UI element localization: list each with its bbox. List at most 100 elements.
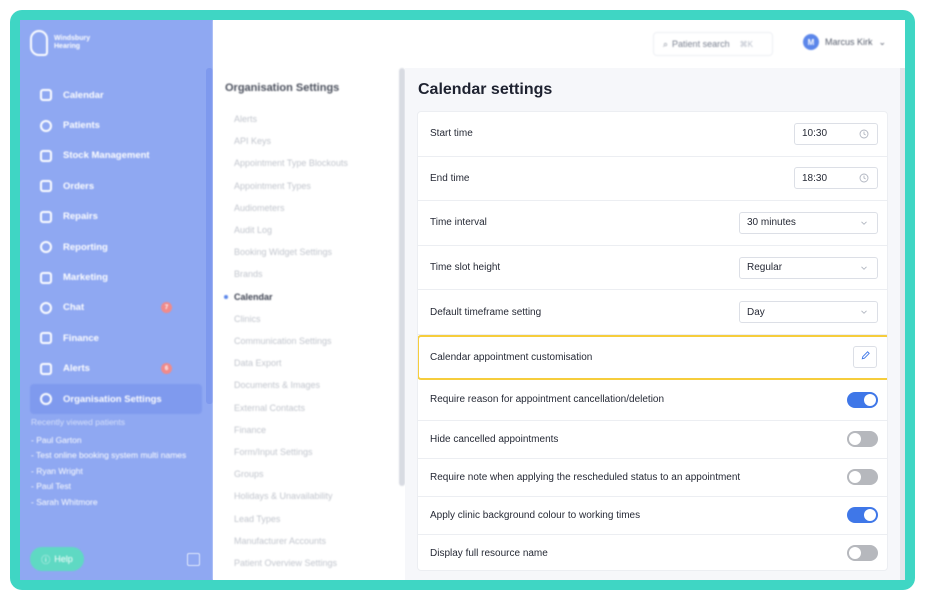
clock-icon	[859, 173, 869, 183]
brand-logo[interactable]: Windsbury Hearing	[30, 30, 90, 56]
submenu-item-clinics[interactable]: Clinics	[234, 308, 348, 330]
chat-icon	[40, 301, 52, 314]
submenu-item-audiometers[interactable]: Audiometers	[234, 197, 348, 219]
recent-patient-link[interactable]: - Ryan Wright	[31, 464, 196, 480]
submenu-item-audit-log[interactable]: Audit Log	[234, 219, 348, 241]
sidebar-item-label: Organisation Settings	[63, 393, 162, 405]
sidebar-item-label: Stock Management	[63, 150, 150, 162]
setting-row-hide-cancelled-appointments: Hide cancelled appointments	[418, 421, 887, 459]
submenu-item-calendar[interactable]: Calendar	[224, 286, 348, 308]
hide-cancelled-appointments-toggle[interactable]	[847, 431, 878, 448]
submenu-item-holidays-unavailability[interactable]: Holidays & Unavailability	[234, 485, 348, 507]
chevron-down-icon	[859, 218, 869, 228]
patients-icon	[40, 119, 52, 132]
control-value: 30 minutes	[747, 217, 796, 229]
submenu-item-brands[interactable]: Brands	[234, 263, 348, 285]
user-menu[interactable]: M Marcus Kirk ⌄	[803, 34, 886, 50]
setting-row-start-time: Start time 10:30	[418, 112, 887, 157]
submenu-item-appointment-type-blockouts[interactable]: Appointment Type Blockouts	[234, 152, 348, 174]
sidebar-item-reporting[interactable]: Reporting	[30, 232, 202, 262]
avatar: M	[803, 34, 819, 50]
bell-icon	[40, 362, 52, 375]
top-bar: ⌕ Patient search ⌘K M Marcus Kirk ⌄	[213, 20, 905, 68]
display-full-resource-name-toggle[interactable]	[847, 545, 878, 562]
sidebar-item-organisation-settings[interactable]: Organisation Settings	[30, 383, 202, 415]
sidebar-item-label: Calendar	[63, 89, 104, 101]
sidebar-item-label: Alerts	[63, 363, 90, 375]
submenu-item-form-input-settings[interactable]: Form/Input Settings	[234, 441, 348, 463]
setting-row-display-full-resource-name: Display full resource name	[418, 535, 887, 570]
submenu-item-lead-types[interactable]: Lead Types	[234, 508, 348, 530]
submenu-item-groups[interactable]: Groups	[234, 463, 348, 485]
sidebar-item-orders[interactable]: Orders	[30, 171, 202, 201]
edit-customisation-button[interactable]	[853, 346, 877, 369]
submenu-item-patient-overview-settings[interactable]: Patient Overview Settings	[234, 552, 348, 574]
search-shortcut: ⌘K	[739, 39, 753, 49]
default-timeframe-setting-select[interactable]: Day	[739, 301, 878, 324]
submenu-title: Organisation Settings	[225, 82, 340, 94]
ear-icon	[30, 30, 48, 56]
user-name: Marcus Kirk	[825, 37, 873, 47]
brand-name-line2: Hearing	[54, 43, 81, 50]
reporting-icon	[40, 241, 52, 254]
submenu-item-documents-images[interactable]: Documents & Images	[234, 374, 348, 396]
sidebar-item-label: Orders	[63, 180, 95, 192]
sidebar-item-patients[interactable]: Patients	[30, 110, 202, 140]
submenu-item-external-contacts[interactable]: External Contacts	[234, 397, 348, 419]
recent-patient-link[interactable]: - Sarah Whitmore	[31, 495, 196, 511]
submenu-item-booking-widget-settings[interactable]: Booking Widget Settings	[234, 241, 348, 263]
submenu-item-manufacturer-accounts[interactable]: Manufacturer Accounts	[234, 530, 348, 552]
sidebar-item-marketing[interactable]: Marketing	[30, 262, 202, 292]
page-title: Calendar settings	[418, 81, 553, 98]
submenu-item-data-export[interactable]: Data Export	[234, 352, 348, 374]
brand-name-line1: Windsbury	[54, 35, 91, 42]
sidebar-item-label: Reporting	[63, 241, 108, 253]
recent-patient-link[interactable]: - Paul Test	[31, 479, 196, 495]
toggle-knob	[849, 547, 861, 560]
control-value: 18:30	[802, 172, 828, 184]
require-note-when-applying-the-rescheduled-status-to-an-appointment-toggle[interactable]	[847, 469, 878, 486]
collapse-sidebar-icon[interactable]	[187, 553, 200, 566]
submenu-item-alerts[interactable]: Alerts	[234, 108, 348, 130]
main-scrollbar[interactable]	[900, 68, 905, 580]
main-content: Calendar settings Start time 10:30 End tim…	[405, 68, 905, 580]
time-interval-select[interactable]: 30 minutes	[739, 211, 878, 234]
end-time-input[interactable]: 18:30	[794, 167, 878, 190]
setting-row-time-interval: Time interval 30 minutes	[418, 201, 887, 246]
submenu-item-appointment-types[interactable]: Appointment Types	[234, 175, 348, 197]
notification-badge: 7	[161, 302, 172, 314]
apply-clinic-background-colour-to-working-times-toggle[interactable]	[847, 507, 878, 524]
finance-icon	[40, 332, 52, 345]
sidebar-item-finance[interactable]: Finance	[30, 323, 202, 353]
submenu-item-communication-settings[interactable]: Communication Settings	[234, 330, 348, 352]
control-value: 10:30	[802, 128, 828, 140]
patient-search-button[interactable]: ⌕ Patient search ⌘K	[653, 32, 773, 56]
sidebar-scrollbar[interactable]	[206, 68, 213, 404]
search-icon: ⌕	[663, 38, 669, 49]
control-value: Regular	[747, 262, 783, 274]
setting-row-apply-clinic-background-colour-to-working-times: Apply clinic background colour to workin…	[418, 497, 887, 535]
setting-label: Hide cancelled appointments	[430, 433, 559, 445]
submenu-item-finance[interactable]: Finance	[234, 419, 348, 441]
sidebar: Windsbury Hearing Calendar Patients Stock …	[20, 20, 213, 580]
sidebar-item-chat[interactable]: Chat 7	[30, 293, 202, 323]
chevron-down-icon	[859, 307, 869, 317]
sidebar-item-label: Marketing	[63, 272, 108, 284]
time-slot-height-select[interactable]: Regular	[739, 256, 878, 279]
toggle-knob	[849, 471, 861, 484]
gear-icon	[40, 393, 52, 406]
sidebar-item-repairs[interactable]: Repairs	[30, 202, 202, 232]
recent-patient-link[interactable]: - Test online booking system multi names	[31, 448, 196, 464]
recent-patient-link[interactable]: - Paul Garton	[31, 433, 196, 449]
help-button[interactable]: ⓘ Help	[30, 547, 84, 571]
start-time-input[interactable]: 10:30	[794, 122, 878, 145]
require-reason-for-appointment-cancellation-deletion-toggle[interactable]	[847, 391, 878, 408]
mail-icon	[40, 271, 52, 284]
sidebar-item-calendar[interactable]: Calendar	[30, 80, 202, 110]
sidebar-item-alerts[interactable]: Alerts 6	[30, 354, 202, 384]
chevron-down-icon	[859, 263, 869, 273]
recent-patients: Recently viewed patients - Paul Garton - …	[31, 415, 196, 510]
settings-submenu: Organisation Settings Alerts API Keys Appo…	[213, 68, 405, 580]
submenu-item-api-keys[interactable]: API Keys	[234, 130, 348, 152]
sidebar-item-stock-management[interactable]: Stock Management	[30, 141, 202, 171]
